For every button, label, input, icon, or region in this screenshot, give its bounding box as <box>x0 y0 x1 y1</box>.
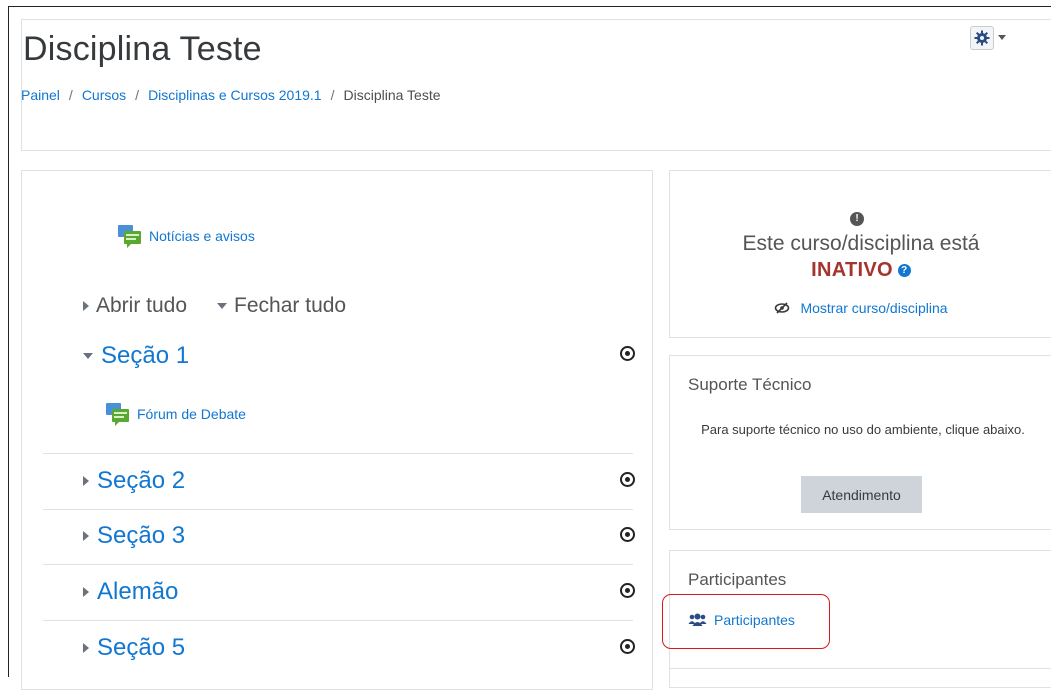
section-3: Seção 3 <box>43 518 635 560</box>
breadcrumb-painel[interactable]: Painel <box>21 87 60 103</box>
section-2: Seção 2 <box>43 463 635 505</box>
support-title: Suporte Técnico <box>688 375 812 394</box>
status-state: INATIVO <box>811 259 893 281</box>
forum-icon <box>106 403 129 426</box>
section-highlight-radio[interactable] <box>620 472 635 487</box>
news-forum-link[interactable]: Notícias e avisos <box>117 224 255 248</box>
chevron-right-icon <box>83 643 89 653</box>
chevron-down-icon <box>83 353 93 359</box>
section-highlight-radio[interactable] <box>620 639 635 654</box>
gear-icon <box>970 25 994 50</box>
breadcrumb-separator: / <box>135 87 140 103</box>
section-highlight-radio[interactable] <box>620 346 635 361</box>
show-course-label: Mostrar curso/disciplina <box>800 300 948 316</box>
next-block <box>669 668 1051 688</box>
window-frame-left <box>8 6 9 677</box>
section-title: Seção 3 <box>97 522 186 549</box>
collapse-all-link[interactable]: Fechar tudo <box>217 294 346 318</box>
section-title: Seção 5 <box>97 634 186 661</box>
section-title: Alemão <box>97 578 179 605</box>
page-title: Disciplina Teste <box>23 30 262 68</box>
news-forum-label: Notícias e avisos <box>149 228 255 244</box>
expand-collapse-controls: Abrir tudo Fechar tudo <box>83 294 346 318</box>
support-text: Para suporte técnico no uso do ambiente,… <box>701 422 1025 437</box>
section-highlight-radio[interactable] <box>620 527 635 542</box>
highlight-annotation <box>662 594 830 649</box>
section-divider <box>43 620 633 621</box>
forum-icon <box>118 225 141 248</box>
breadcrumb-category[interactable]: Disciplinas e Cursos 2019.1 <box>148 87 322 103</box>
atendimento-button[interactable]: Atendimento <box>801 476 922 513</box>
section-divider <box>43 509 633 510</box>
exclamation-icon: ! <box>850 212 864 226</box>
eye-slash-icon <box>775 302 790 314</box>
activity-forum-link[interactable]: Fórum de Debate <box>105 402 246 426</box>
collapse-all-label: Fechar tudo <box>234 294 347 317</box>
expand-all-link[interactable]: Abrir tudo <box>83 294 187 318</box>
section-highlight-radio[interactable] <box>620 583 635 598</box>
section-toggle[interactable]: Seção 5 <box>83 634 185 662</box>
section-divider <box>43 453 633 454</box>
section-title: Seção 1 <box>101 342 190 369</box>
status-text: Este curso/disciplina está <box>742 232 980 255</box>
chevron-right-icon <box>83 587 89 597</box>
breadcrumb: Painel / Cursos / Disciplinas e Cursos 2019.… <box>21 87 441 103</box>
help-icon[interactable]: ? <box>897 264 911 278</box>
window-frame-top <box>8 6 1051 7</box>
chevron-right-icon <box>83 476 89 486</box>
breadcrumb-separator: / <box>330 87 335 103</box>
expand-all-label: Abrir tudo <box>96 294 188 317</box>
chevron-right-icon <box>83 301 89 311</box>
status-inactive: INATIVO? <box>671 259 1051 282</box>
chevron-down-icon <box>217 303 228 309</box>
section-toggle[interactable]: Seção 1 <box>83 342 189 370</box>
section-title: Seção 2 <box>97 467 186 494</box>
chevron-right-icon <box>83 531 89 541</box>
section-4: Alemão <box>43 574 635 616</box>
section-toggle[interactable]: Alemão <box>83 578 178 606</box>
participants-title: Participantes <box>688 570 787 589</box>
section-toggle[interactable]: Seção 2 <box>83 467 185 495</box>
section-5: Seção 5 <box>43 630 635 672</box>
settings-menu-button[interactable] <box>970 25 1014 50</box>
chevron-down-icon <box>998 35 1006 40</box>
breadcrumb-separator: / <box>68 87 73 103</box>
section-1: Seção 1 <box>43 338 635 378</box>
section-toggle[interactable]: Seção 3 <box>83 522 185 550</box>
show-course-link[interactable]: Mostrar curso/disciplina <box>671 300 1051 316</box>
section-divider <box>43 564 633 565</box>
breadcrumb-cursos[interactable]: Cursos <box>82 87 126 103</box>
breadcrumb-current: Disciplina Teste <box>343 87 441 103</box>
activity-label: Fórum de Debate <box>137 406 246 422</box>
